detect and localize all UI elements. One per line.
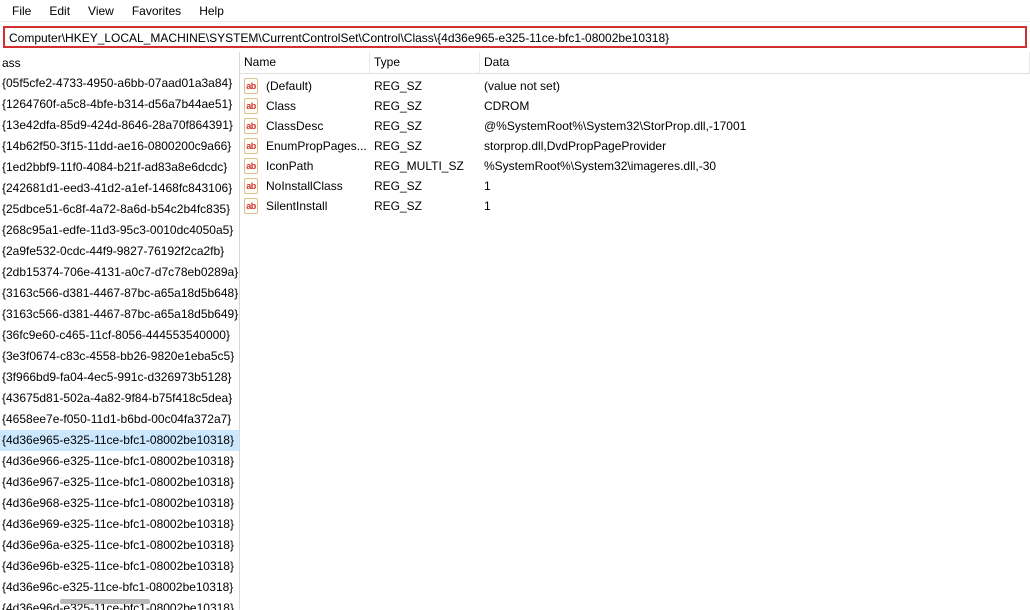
value-name: NoInstallClass	[262, 177, 370, 195]
reg-string-icon: ab	[240, 176, 262, 196]
value-data: %SystemRoot%\System32\imageres.dll,-30	[480, 157, 1030, 175]
value-data: 1	[480, 177, 1030, 195]
tree-item[interactable]: {4d36e96c-e325-11ce-bfc1-08002be10318}	[0, 577, 239, 598]
value-name: Class	[262, 97, 370, 115]
tree-item[interactable]: {4658ee7e-f050-11d1-b6bd-00c04fa372a7}	[0, 409, 239, 430]
tree-item[interactable]: {4d36e967-e325-11ce-bfc1-08002be10318}	[0, 472, 239, 493]
tree-item[interactable]: {3f966bd9-fa04-4ec5-991c-d326973b5128}	[0, 367, 239, 388]
reg-string-icon: ab	[240, 136, 262, 156]
addressbar[interactable]: Computer\HKEY_LOCAL_MACHINE\SYSTEM\Curre…	[3, 26, 1027, 48]
tree-item[interactable]: {1264760f-a5c8-4bfe-b314-d56a7b44ae51}	[0, 94, 239, 115]
column-header-type[interactable]: Type	[370, 52, 480, 73]
value-data: @%SystemRoot%\System32\StorProp.dll,-170…	[480, 117, 1030, 135]
tree-item[interactable]: {14b62f50-3f15-11dd-ae16-0800200c9a66}	[0, 136, 239, 157]
value-type: REG_SZ	[370, 177, 480, 195]
value-row[interactable]: abClassDescREG_SZ@%SystemRoot%\System32\…	[240, 116, 1030, 136]
value-type: REG_SZ	[370, 97, 480, 115]
values-rows: ab(Default)REG_SZ(value not set)abClassR…	[240, 74, 1030, 216]
menu-edit[interactable]: Edit	[41, 2, 78, 20]
tree-item[interactable]: {25dbce51-6c8f-4a72-8a6d-b54c2b4fc835}	[0, 199, 239, 220]
tree-item[interactable]: {2a9fe532-0cdc-44f9-9827-76192f2ca2fb}	[0, 241, 239, 262]
value-name: ClassDesc	[262, 117, 370, 135]
value-row[interactable]: ab(Default)REG_SZ(value not set)	[240, 76, 1030, 96]
value-name: IconPath	[262, 157, 370, 175]
tree-item[interactable]: {4d36e966-e325-11ce-bfc1-08002be10318}	[0, 451, 239, 472]
tree-item[interactable]: {05f5cfe2-4733-4950-a6bb-07aad01a3a84}	[0, 73, 239, 94]
tree-item[interactable]: {36fc9e60-c465-11cf-8056-444553540000}	[0, 325, 239, 346]
value-data: 1	[480, 197, 1030, 215]
menu-help[interactable]: Help	[191, 2, 232, 20]
menu-favorites[interactable]: Favorites	[124, 2, 189, 20]
value-name: (Default)	[262, 77, 370, 95]
column-header-data[interactable]: Data	[480, 52, 1030, 73]
menu-file[interactable]: File	[4, 2, 39, 20]
reg-string-icon: ab	[240, 96, 262, 116]
tree-item[interactable]: {4d36e969-e325-11ce-bfc1-08002be10318}	[0, 514, 239, 535]
value-type: REG_SZ	[370, 117, 480, 135]
value-data: storprop.dll,DvdPropPageProvider	[480, 137, 1030, 155]
column-header-name[interactable]: Name	[240, 52, 370, 73]
tree-item[interactable]: {3163c566-d381-4467-87bc-a65a18d5b649}	[0, 304, 239, 325]
keys-tree[interactable]: ass {05f5cfe2-4733-4950-a6bb-07aad01a3a8…	[0, 52, 240, 610]
reg-string-icon: ab	[240, 76, 262, 96]
value-name: SilentInstall	[262, 197, 370, 215]
tree-item[interactable]: {242681d1-eed3-41d2-a1ef-1468fc843106}	[0, 178, 239, 199]
addressbar-wrap: Computer\HKEY_LOCAL_MACHINE\SYSTEM\Curre…	[0, 22, 1030, 52]
menubar: FileEditViewFavoritesHelp	[0, 0, 1030, 22]
reg-string-icon: ab	[240, 196, 262, 216]
tree-item[interactable]: {2db15374-706e-4131-a0c7-d7c78eb0289a}	[0, 262, 239, 283]
reg-string-icon: ab	[240, 156, 262, 176]
tree-item[interactable]: {1ed2bbf9-11f0-4084-b21f-ad83a8e6dcdc}	[0, 157, 239, 178]
value-data: (value not set)	[480, 77, 1030, 95]
value-row[interactable]: abEnumPropPages...REG_SZstorprop.dll,Dvd…	[240, 136, 1030, 156]
value-row[interactable]: abIconPathREG_MULTI_SZ%SystemRoot%\Syste…	[240, 156, 1030, 176]
value-type: REG_SZ	[370, 197, 480, 215]
value-type: REG_MULTI_SZ	[370, 157, 480, 175]
tree-item[interactable]: {13e42dfa-85d9-424d-8646-28a70f864391}	[0, 115, 239, 136]
horizontal-scrollbar-thumb[interactable]	[60, 599, 150, 604]
value-type: REG_SZ	[370, 137, 480, 155]
tree-header: ass	[0, 54, 239, 73]
tree-item[interactable]: {4d36e968-e325-11ce-bfc1-08002be10318}	[0, 493, 239, 514]
values-pane: Name Type Data ab(Default)REG_SZ(value n…	[240, 52, 1030, 610]
tree-item[interactable]: {3e3f0674-c83c-4558-bb26-9820e1eba5c5}	[0, 346, 239, 367]
value-data: CDROM	[480, 97, 1030, 115]
tree-item[interactable]: {4d36e965-e325-11ce-bfc1-08002be10318}	[0, 430, 239, 451]
values-header: Name Type Data	[240, 52, 1030, 74]
tree-item[interactable]: {3163c566-d381-4467-87bc-a65a18d5b648}	[0, 283, 239, 304]
value-row[interactable]: abSilentInstallREG_SZ1	[240, 196, 1030, 216]
reg-string-icon: ab	[240, 116, 262, 136]
value-row[interactable]: abNoInstallClassREG_SZ1	[240, 176, 1030, 196]
tree-item[interactable]: {4d36e96b-e325-11ce-bfc1-08002be10318}	[0, 556, 239, 577]
tree-item[interactable]: {268c95a1-edfe-11d3-95c3-0010dc4050a5}	[0, 220, 239, 241]
value-type: REG_SZ	[370, 77, 480, 95]
menu-view[interactable]: View	[80, 2, 122, 20]
tree-item[interactable]: {4d36e96a-e325-11ce-bfc1-08002be10318}	[0, 535, 239, 556]
value-name: EnumPropPages...	[262, 137, 370, 155]
value-row[interactable]: abClassREG_SZCDROM	[240, 96, 1030, 116]
content: ass {05f5cfe2-4733-4950-a6bb-07aad01a3a8…	[0, 52, 1030, 610]
tree-item[interactable]: {43675d81-502a-4a82-9f84-b75f418c5dea}	[0, 388, 239, 409]
